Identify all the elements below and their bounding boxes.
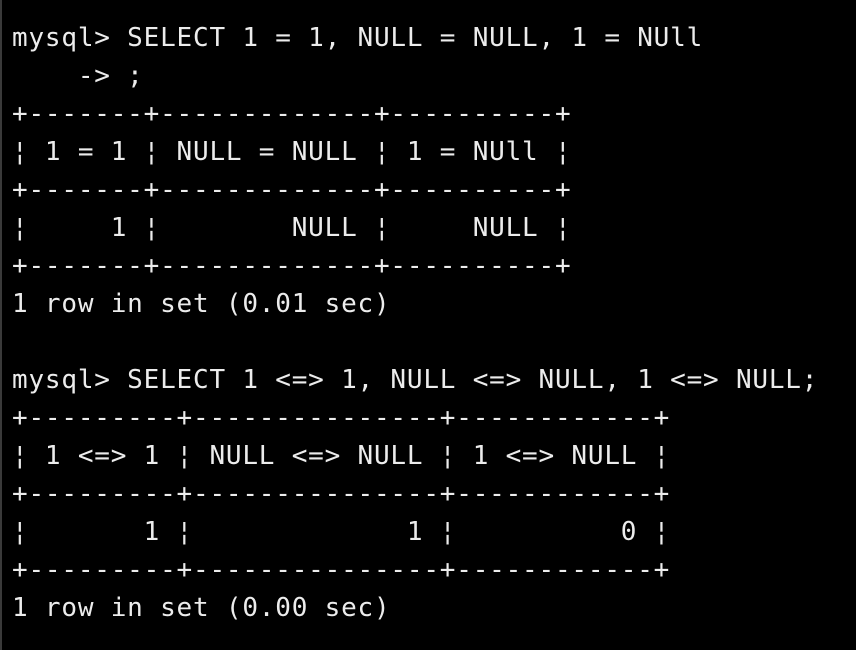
- terminal-window: mysql> SELECT 1 = 1, NULL = NULL, 1 = NU…: [0, 0, 856, 650]
- table-1-border-mid: +-------+-------------+----------+: [12, 175, 572, 205]
- table-1-border-bottom: +-------+-------------+----------+: [12, 251, 572, 281]
- query-2-result-status: 1 row in set (0.00 sec): [12, 593, 391, 623]
- table-1-data-row: ¦ 1 ¦ NULL ¦ NULL ¦: [12, 213, 572, 243]
- query-2-prompt-line: mysql> SELECT 1 <=> 1, NULL <=> NULL, 1 …: [12, 365, 819, 395]
- table-2-header-row: ¦ 1 <=> 1 ¦ NULL <=> NULL ¦ 1 <=> NULL ¦: [12, 441, 671, 471]
- table-2-border-top: +---------+---------------+------------+: [12, 403, 671, 433]
- query-1-prompt-line: mysql> SELECT 1 = 1, NULL = NULL, 1 = NU…: [12, 23, 704, 53]
- table-2-border-mid: +---------+---------------+------------+: [12, 479, 671, 509]
- query-1-result-status: 1 row in set (0.01 sec): [12, 289, 391, 319]
- table-2-data-row: ¦ 1 ¦ 1 ¦ 0 ¦: [12, 517, 671, 547]
- table-1-header-row: ¦ 1 = 1 ¦ NULL = NULL ¦ 1 = NUll ¦: [12, 137, 572, 167]
- query-1-continuation: -> ;: [12, 61, 144, 91]
- table-1-border-top: +-------+-------------+----------+: [12, 99, 572, 129]
- table-2-border-bottom: +---------+---------------+------------+: [12, 555, 671, 585]
